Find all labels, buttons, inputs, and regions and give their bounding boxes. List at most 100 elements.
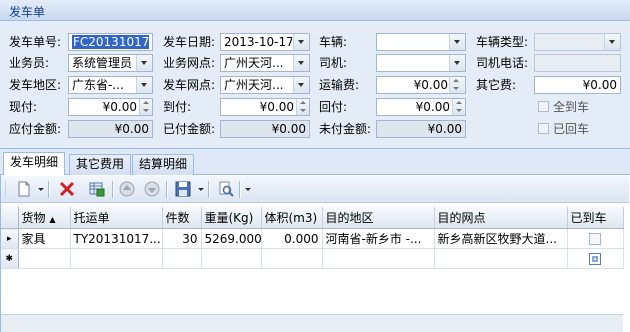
form-header: 发车单 bbox=[0, 0, 630, 21]
new-icon[interactable] bbox=[15, 180, 33, 198]
grid-toolbar bbox=[1, 176, 629, 203]
save-grid-icon[interactable] bbox=[88, 180, 106, 198]
business-outlet-label: 业务网点: bbox=[163, 56, 216, 70]
chevron-down-icon[interactable] bbox=[293, 55, 309, 71]
spinner-icon[interactable] bbox=[452, 99, 465, 115]
tab-dispatch-detail[interactable]: 发车明细 bbox=[3, 152, 66, 175]
chevron-down-icon[interactable] bbox=[293, 34, 309, 50]
form-title: 发车单 bbox=[9, 5, 46, 19]
save-icon[interactable] bbox=[174, 180, 192, 198]
payable-total-field: ¥0.00 bbox=[68, 120, 153, 138]
move-down-icon[interactable] bbox=[143, 180, 161, 198]
origin-outlet-label: 发车网点: bbox=[163, 78, 216, 92]
cell-dest-area[interactable]: 河南省-新乡市 -... bbox=[322, 228, 435, 249]
tab-settlement-detail[interactable]: 结算明细 bbox=[132, 154, 195, 175]
column-header-arrived[interactable]: 已到车 bbox=[567, 207, 624, 229]
cell-waybill[interactable]: TY20131017... bbox=[70, 228, 163, 249]
column-header-goods[interactable]: 货物 ▲ bbox=[18, 207, 71, 229]
column-header-dest-outlet[interactable]: 目的网点 bbox=[434, 207, 568, 229]
dispatch-no-field[interactable]: FC20131017 bbox=[68, 33, 153, 51]
chevron-down-icon[interactable] bbox=[245, 188, 251, 191]
column-header-pieces[interactable]: 件数 bbox=[162, 207, 202, 229]
column-header-weight[interactable]: 重量(Kg) bbox=[201, 207, 262, 229]
dispatch-date-picker[interactable]: 2013-10-17 bbox=[220, 33, 310, 51]
dispatch-detail-grid: 货物 ▲ 托运单 件数 重量(Kg) 体积(m3) 目的地区 目的网点 已到车 … bbox=[1, 207, 624, 269]
new-cell-waybill[interactable] bbox=[70, 248, 163, 269]
driver-select[interactable] bbox=[376, 54, 466, 72]
other-fee-field[interactable]: ¥0.00 bbox=[534, 76, 621, 94]
return-pay-label: 回付: bbox=[319, 100, 348, 114]
delete-icon[interactable] bbox=[58, 180, 76, 198]
chevron-down-icon[interactable] bbox=[293, 77, 309, 93]
arrival-pay-label: 到付: bbox=[163, 100, 192, 114]
new-row[interactable]: ✱ bbox=[1, 248, 624, 269]
column-header-dest-area[interactable]: 目的地区 bbox=[322, 207, 435, 229]
origin-area-label: 发车地区: bbox=[9, 78, 62, 92]
cell-arrived[interactable] bbox=[567, 228, 624, 249]
cell-weight[interactable]: 5269.000 bbox=[201, 228, 262, 249]
new-row-icon: ✱ bbox=[1, 248, 19, 269]
origin-outlet-select[interactable]: 广州天河... bbox=[220, 76, 310, 94]
dispatch-no-label: 发车单号: bbox=[9, 35, 62, 49]
salesman-label: 业务员: bbox=[9, 56, 50, 70]
vehicle-label: 车辆: bbox=[319, 35, 348, 49]
freight-input[interactable]: ¥0.00 bbox=[376, 76, 466, 94]
spinner-icon[interactable] bbox=[449, 77, 465, 93]
returned-checkbox bbox=[538, 123, 549, 134]
business-outlet-select[interactable]: 广州天河... bbox=[220, 54, 310, 72]
all-arrived-label: 全到车 bbox=[553, 100, 590, 114]
arrival-pay-input[interactable]: ¥0.00 bbox=[220, 98, 310, 116]
vehicle-select[interactable] bbox=[376, 33, 466, 51]
origin-area-select[interactable]: 广东省-... bbox=[68, 76, 153, 94]
vehicle-type-select bbox=[534, 33, 621, 51]
new-cell-volume[interactable] bbox=[261, 248, 323, 269]
form-panel: 发车单号: FC20131017 发车日期: 2013-10-17 车辆: 车辆… bbox=[0, 21, 630, 149]
chevron-down-icon[interactable] bbox=[449, 34, 465, 50]
chevron-down-icon[interactable] bbox=[38, 188, 44, 191]
chevron-down-icon[interactable] bbox=[136, 77, 152, 93]
new-cell-weight[interactable] bbox=[201, 248, 262, 269]
spinner-icon[interactable] bbox=[296, 99, 309, 115]
column-header-waybill[interactable]: 托运单 bbox=[70, 207, 163, 229]
arrived-checkbox[interactable] bbox=[589, 233, 601, 245]
new-cell-pieces[interactable] bbox=[162, 248, 202, 269]
spinner-icon[interactable] bbox=[139, 99, 152, 115]
driver-label: 司机: bbox=[319, 56, 348, 70]
return-pay-input[interactable]: ¥0.00 bbox=[376, 98, 466, 116]
driver-phone-field bbox=[534, 54, 621, 72]
chevron-down-icon bbox=[604, 34, 620, 50]
new-cell-arrived[interactable] bbox=[567, 248, 624, 269]
cell-volume[interactable]: 0.000 bbox=[261, 228, 323, 249]
vehicle-type-label: 车辆类型: bbox=[476, 35, 529, 49]
chevron-down-icon[interactable] bbox=[198, 188, 204, 191]
all-arrived-checkbox bbox=[538, 101, 549, 112]
new-cell-dest-outlet[interactable] bbox=[434, 248, 568, 269]
paid-total-field: ¥0.00 bbox=[220, 120, 310, 138]
sort-ascending-icon: ▲ bbox=[49, 215, 56, 224]
new-cell-goods[interactable] bbox=[18, 248, 71, 269]
cash-pay-label: 现付: bbox=[9, 100, 38, 114]
unpaid-total-label: 未付金额: bbox=[319, 122, 372, 136]
new-cell-dest-area[interactable] bbox=[322, 248, 435, 269]
grid-header-row: 货物 ▲ 托运单 件数 重量(Kg) 体积(m3) 目的地区 目的网点 已到车 bbox=[1, 207, 624, 229]
move-up-icon[interactable] bbox=[118, 180, 136, 198]
horizontal-scrollbar[interactable] bbox=[1, 314, 623, 332]
row-indicator-header bbox=[1, 207, 19, 229]
tab-strip: 发车明细 其它费用 结算明细 bbox=[0, 152, 630, 175]
chevron-down-icon[interactable] bbox=[449, 55, 465, 71]
cell-pieces[interactable]: 30 bbox=[162, 228, 202, 249]
cell-goods[interactable]: 家具 bbox=[18, 228, 71, 249]
tab-other-fees[interactable]: 其它费用 bbox=[69, 154, 132, 175]
cash-pay-input[interactable]: ¥0.00 bbox=[68, 98, 153, 116]
current-row-icon: ▸ bbox=[1, 228, 19, 249]
unpaid-total-field: ¥0.00 bbox=[376, 120, 466, 138]
chevron-down-icon[interactable] bbox=[136, 55, 152, 71]
cell-dest-outlet[interactable]: 新乡高新区牧野大道... bbox=[434, 228, 568, 249]
salesman-select[interactable]: 系统管理员 bbox=[68, 54, 153, 72]
paid-total-label: 已付金额: bbox=[163, 122, 216, 136]
table-row[interactable]: ▸ 家具 TY20131017... 30 5269.000 0.000 河南省… bbox=[1, 228, 624, 249]
column-header-volume[interactable]: 体积(m3) bbox=[261, 207, 323, 229]
new-arrived-checkbox[interactable] bbox=[589, 253, 601, 265]
search-icon[interactable] bbox=[217, 180, 235, 198]
returned-label: 已回车 bbox=[553, 122, 590, 136]
